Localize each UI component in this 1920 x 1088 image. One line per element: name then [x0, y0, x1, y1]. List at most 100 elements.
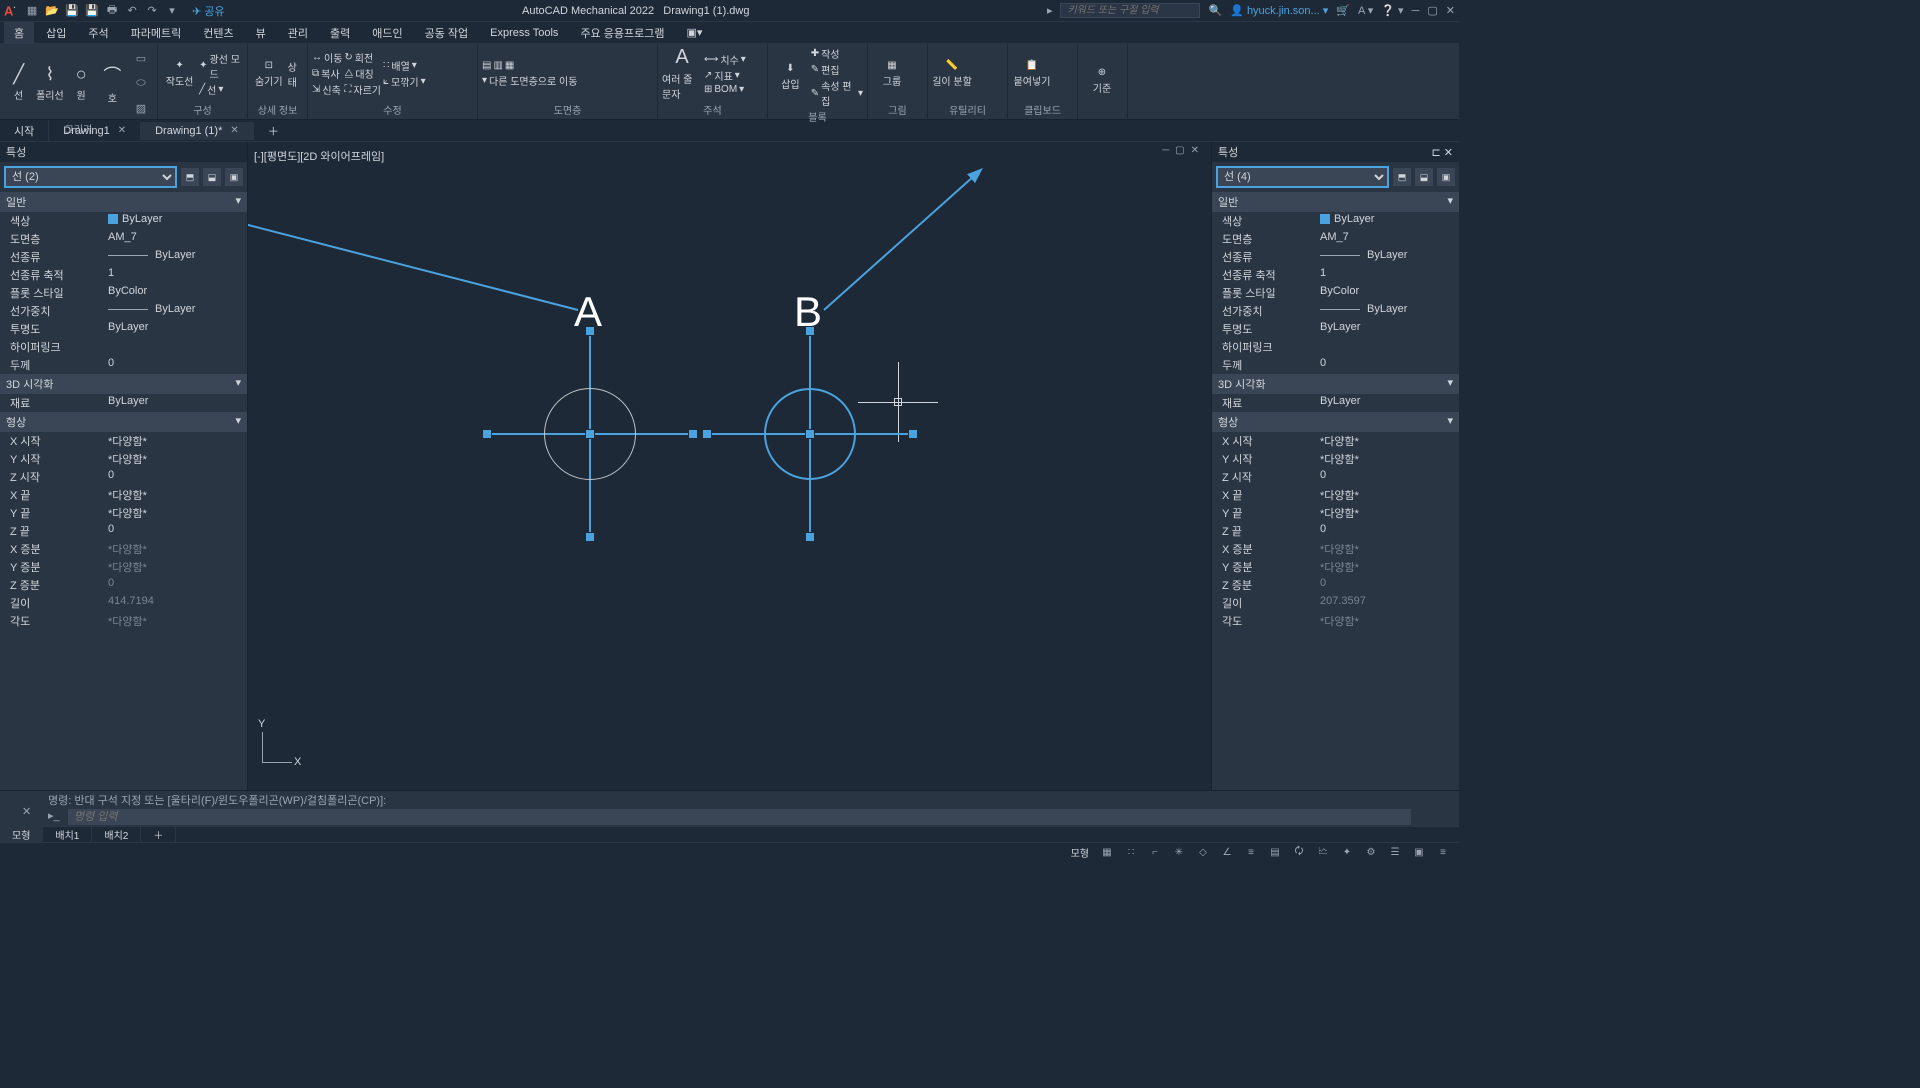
copy-button[interactable]: ⧉ 복사	[312, 66, 342, 81]
ribbon-tab-more-icon[interactable]: ▣▾	[676, 23, 712, 42]
sb-lweight-icon[interactable]: ≡	[1241, 845, 1261, 861]
datum-button[interactable]: ⊕기준	[1082, 56, 1122, 106]
props-row[interactable]: Z 시작0	[0, 468, 247, 486]
ribbon-tab-annotate[interactable]: 주석	[78, 22, 118, 44]
sb-osnap-icon[interactable]: ◇	[1193, 845, 1213, 861]
open-icon[interactable]: 📂	[44, 3, 60, 19]
props-row[interactable]: 두께0	[1212, 356, 1459, 374]
undo-icon[interactable]: ↶	[124, 3, 140, 19]
mtext-button[interactable]: A여러 줄 문자	[662, 49, 702, 99]
sb-ortho-icon[interactable]: ⌐	[1145, 845, 1165, 861]
select-objects-icon[interactable]: ▣	[225, 168, 243, 186]
edit-btn[interactable]: ✎ 편집	[811, 62, 863, 77]
stretch-button[interactable]: ⇲ 신축	[312, 82, 342, 97]
layer-icon3[interactable]: ▦	[505, 60, 514, 71]
close-tab-icon[interactable]: ✕	[118, 125, 126, 136]
doc-tab-drawing1[interactable]: Drawing1✕	[49, 122, 141, 140]
search-input[interactable]	[1060, 3, 1200, 18]
ribbon-tab-collab[interactable]: 공동 작업	[415, 22, 479, 44]
props-row[interactable]: 하이퍼링크	[0, 338, 247, 356]
mirror-button[interactable]: ⧋ 대칭	[344, 66, 381, 81]
model-tab[interactable]: 모형	[0, 826, 43, 843]
dim-btn[interactable]: ⟷ 치수 ▾	[704, 52, 746, 67]
group-button[interactable]: ▦그룹	[872, 49, 912, 99]
props-row[interactable]: Y 증분*다양함*	[0, 558, 247, 576]
props-section-header[interactable]: 일반▾	[1212, 192, 1459, 212]
props-row[interactable]: 색상ByLayer	[1212, 212, 1459, 230]
user-icon[interactable]: 👤 hyuck.jin.son... ▾	[1230, 4, 1328, 17]
ribbon-tab-express[interactable]: Express Tools	[480, 24, 568, 42]
layout2-tab[interactable]: 배치2	[92, 826, 141, 843]
props-row[interactable]: Y 시작*다양함*	[0, 450, 247, 468]
ribbon-tab-featured[interactable]: 주요 응용프로그램	[570, 22, 674, 44]
doc-tab-drawing1-1[interactable]: Drawing1 (1)*✕	[141, 122, 254, 140]
props-row[interactable]: Y 시작*다양함*	[1212, 450, 1459, 468]
sb-snap-icon[interactable]: ∷	[1121, 845, 1141, 861]
props-section-header[interactable]: 형상▾	[0, 412, 247, 432]
ribbon-tab-home[interactable]: 홈	[4, 22, 34, 44]
save-icon[interactable]: 💾	[64, 3, 80, 19]
props-section-header[interactable]: 일반▾	[0, 192, 247, 212]
attr-btn[interactable]: ✎ 속성 편집 ▾	[811, 78, 863, 108]
arc-button[interactable]: ⌒호	[98, 58, 127, 108]
app-logo-icon[interactable]: A·	[4, 3, 16, 18]
sb-workspace-icon[interactable]: ⚙	[1361, 845, 1381, 861]
rotate-button[interactable]: ↻ 회전	[344, 50, 381, 65]
props-row[interactable]: X 시작*다양함*	[1212, 432, 1459, 450]
selection-dropdown-right[interactable]: 선 (4)	[1216, 166, 1389, 188]
create-btn[interactable]: ✚ 작성	[811, 46, 863, 61]
new-icon[interactable]: ▦	[24, 3, 40, 19]
quick-select-icon[interactable]: ⬒	[1393, 168, 1411, 186]
viewport-max-icon[interactable]: ▢	[1175, 145, 1184, 156]
sb-otrack-icon[interactable]: ∠	[1217, 845, 1237, 861]
props-row[interactable]: Y 증분*다양함*	[1212, 558, 1459, 576]
sb-grid-icon[interactable]: ▦	[1097, 845, 1117, 861]
new-doc-tab[interactable]: ＋	[254, 120, 293, 142]
sb-clean-icon[interactable]: ▣	[1409, 845, 1429, 861]
ribbon-tab-insert[interactable]: 삽입	[36, 22, 76, 44]
hide-button[interactable]: ⊡숨기기	[252, 49, 286, 99]
props-row[interactable]: Z 증분0	[0, 576, 247, 594]
app-A-icon[interactable]: A ▾	[1358, 4, 1373, 17]
add-layout-tab[interactable]: ＋	[141, 826, 176, 843]
array-button[interactable]: ∷ 배열 ▾	[383, 58, 426, 73]
props-row[interactable]: X 증분*다양함*	[1212, 540, 1459, 558]
props-row[interactable]: 하이퍼링크	[1212, 338, 1459, 356]
props-row[interactable]: 플롯 스타일ByColor	[0, 284, 247, 302]
layer-icon[interactable]: ▤	[482, 60, 491, 71]
sb-transparency-icon[interactable]: ▤	[1265, 845, 1285, 861]
props-row[interactable]: X 시작*다양함*	[0, 432, 247, 450]
maximize-icon[interactable]: ▢	[1427, 4, 1437, 17]
viewport-min-icon[interactable]: ─	[1162, 145, 1169, 156]
props-row[interactable]: Y 끝*다양함*	[1212, 504, 1459, 522]
viewport-label[interactable]: [-][평면도][2D 와이어프레임]	[254, 148, 384, 164]
props-row[interactable]: 투명도ByLayer	[0, 320, 247, 338]
search-icon[interactable]: 🔍	[1208, 4, 1222, 17]
circle-button[interactable]: ○원	[67, 58, 96, 108]
plot-icon[interactable]: 🖶	[104, 3, 120, 19]
props-row[interactable]: 도면층AM_7	[0, 230, 247, 248]
props-section-header[interactable]: 형상▾	[1212, 412, 1459, 432]
ribbon-tab-addins[interactable]: 애드인	[362, 22, 412, 44]
ray-mode-button[interactable]: ✦ 광선 모드	[199, 51, 243, 81]
props-section-header[interactable]: 3D 시각화▾	[1212, 374, 1459, 394]
paste-button[interactable]: 📋붙여넣기	[1012, 49, 1052, 99]
insert-button[interactable]: ⬇삽입	[772, 52, 809, 102]
command-input[interactable]	[68, 809, 1411, 825]
props-row[interactable]: Z 시작0	[1212, 468, 1459, 486]
ribbon-tab-output[interactable]: 출력	[320, 22, 360, 44]
sb-polar-icon[interactable]: ✳	[1169, 845, 1189, 861]
sb-scale-icon[interactable]: ✦	[1337, 845, 1357, 861]
quick-select-icon[interactable]: ⬒	[181, 168, 199, 186]
viewport-close-icon[interactable]: ✕	[1191, 145, 1199, 156]
ribbon-tab-parametric[interactable]: 파라메트릭	[121, 22, 192, 44]
sb-custom-icon[interactable]: ≡	[1433, 845, 1453, 861]
layout1-tab[interactable]: 배치1	[43, 826, 92, 843]
props-row[interactable]: X 증분*다양함*	[0, 540, 247, 558]
select-objects-icon[interactable]: ▣	[1437, 168, 1455, 186]
drawing-viewport[interactable]: [-][평면도][2D 와이어프레임] A B	[248, 142, 1459, 790]
props-row[interactable]: 재료ByLayer	[1212, 394, 1459, 412]
props-row[interactable]: 색상ByLayer	[0, 212, 247, 230]
pickadd-icon[interactable]: ⬓	[203, 168, 221, 186]
share-button[interactable]: ✈ 공유	[192, 3, 225, 19]
